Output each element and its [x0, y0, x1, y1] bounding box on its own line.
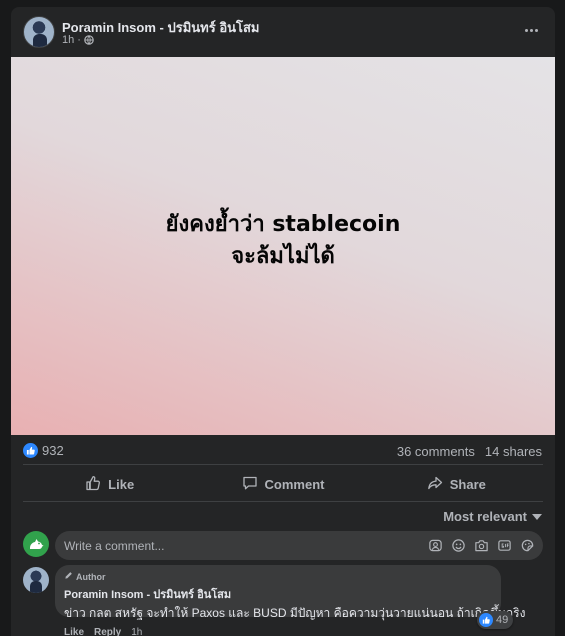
like-button[interactable]: Like: [23, 469, 196, 499]
comment-sort-dropdown[interactable]: Most relevant: [443, 509, 542, 524]
comment-text: ข่าว กลต สหรัฐ จะทำให้ Paxos และ BUSD มี…: [64, 606, 526, 620]
comment-input[interactable]: Write a comment...: [55, 531, 543, 560]
comment-time[interactable]: 1h: [131, 627, 142, 636]
post-stats: 932 36 comments 14 shares: [11, 440, 555, 462]
like-reaction-icon: [479, 613, 493, 627]
post-image-text: ยังคงย้ำว่า stablecoin จะล้มไม่ได้: [166, 209, 401, 273]
comment-composer: Write a comment...: [23, 531, 543, 560]
dot-icon: [524, 28, 528, 32]
comment-bubble: Author Poramin Insom - ปรมินทร์ อินโสม ข…: [55, 565, 525, 620]
post-actions: Like Comment Share: [23, 469, 543, 499]
like-count: 932: [42, 443, 64, 458]
image-line-2: จะล้มไม่ได้: [231, 244, 335, 269]
reaction-summary[interactable]: 932: [23, 443, 64, 458]
comment-button[interactable]: Comment: [196, 469, 369, 499]
comment-item: Author Poramin Insom - ปรมินทร์ อินโสม ข…: [23, 565, 543, 636]
stats-right: 36 comments 14 shares: [397, 444, 542, 459]
gif-icon[interactable]: [496, 538, 512, 554]
current-user-avatar[interactable]: [23, 531, 49, 557]
comment-actions: Like Reply 1h: [64, 627, 142, 636]
pencil-icon: [64, 571, 73, 582]
author-badge-label: Author: [76, 571, 106, 582]
dot-icon: [534, 28, 538, 32]
share-button[interactable]: Share: [370, 469, 543, 499]
divider: [23, 501, 543, 502]
author-avatar[interactable]: [23, 16, 55, 48]
avatar-sticker-icon[interactable]: [427, 538, 443, 554]
caret-down-icon: [532, 513, 542, 520]
author-badge: Author: [64, 571, 492, 582]
emoji-icon[interactable]: [450, 538, 466, 554]
image-line-1: ยังคงย้ำว่า stablecoin: [165, 212, 401, 237]
composer-tools: [427, 538, 543, 554]
comment-reply-link[interactable]: Reply: [94, 627, 121, 636]
post-meta: 1h ·: [62, 34, 94, 46]
dot-icon: [529, 28, 533, 32]
commenter-avatar[interactable]: [23, 567, 49, 593]
thumbs-up-icon: [85, 475, 101, 494]
globe-icon: [84, 35, 94, 45]
post-header: Poramin Insom - ปรมินทร์ อินโสม 1h ·: [11, 7, 555, 57]
sort-label: Most relevant: [443, 509, 527, 524]
sticker-icon[interactable]: [519, 538, 535, 554]
post-time[interactable]: 1h ·: [62, 34, 81, 46]
divider: [23, 464, 543, 465]
more-options-button[interactable]: [521, 22, 541, 38]
comment-like-link[interactable]: Like: [64, 627, 84, 636]
like-reaction-icon: [23, 443, 38, 458]
comment-input-placeholder: Write a comment...: [64, 538, 165, 553]
post-card: Poramin Insom - ปรมินทร์ อินโสม 1h · ยัง…: [11, 7, 555, 636]
share-count[interactable]: 14 shares: [485, 444, 542, 459]
like-label: Like: [108, 476, 135, 492]
comment-count[interactable]: 36 comments: [397, 444, 475, 459]
share-label: Share: [449, 476, 486, 492]
post-image[interactable]: ยังคงย้ำว่า stablecoin จะล้มไม่ได้: [11, 57, 555, 435]
camera-icon[interactable]: [473, 538, 489, 554]
comment-icon: [242, 475, 258, 494]
share-icon: [427, 475, 443, 494]
comment-label: Comment: [264, 476, 325, 492]
comment-reaction-count: 49: [496, 614, 509, 626]
comment-reactions[interactable]: 49: [477, 611, 514, 629]
commenter-name[interactable]: Poramin Insom - ปรมินทร์ อินโสม: [64, 585, 492, 603]
